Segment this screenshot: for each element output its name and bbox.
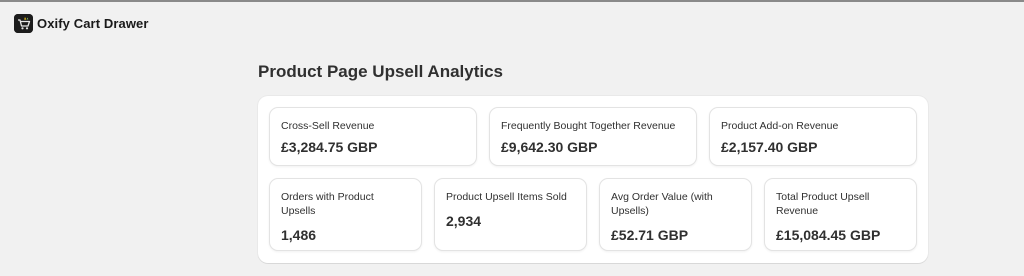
metric-label: Cross-Sell Revenue xyxy=(281,120,375,132)
metric-card-product-add-on-revenue: Product Add-on Revenue £2,157.40 GBP xyxy=(709,107,917,166)
metric-card-orders-with-product-upsells: Orders with Product Upsells 1,486 xyxy=(269,178,422,251)
metric-card-product-upsell-items-sold: Product Upsell Items Sold 2,934 xyxy=(434,178,587,251)
metric-label: Frequently Bought Together Revenue xyxy=(501,120,676,132)
metric-value: £52.71 GBP xyxy=(611,227,689,243)
metric-card-cross-sell-revenue: Cross-Sell Revenue £3,284.75 GBP xyxy=(269,107,477,166)
metric-value: 1,486 xyxy=(281,227,317,243)
page-title: Product Page Upsell Analytics xyxy=(258,62,503,81)
metric-value: £3,284.75 GBP xyxy=(281,139,378,155)
metric-value: £15,084.45 GBP xyxy=(776,227,881,243)
metric-card-total-product-upsell-revenue: Total Product Upsell Revenue £15,084.45 … xyxy=(764,178,917,251)
metric-label: Total Product Upsell Revenue xyxy=(776,191,870,217)
app-header: Oxify Cart Drawer xyxy=(14,14,149,33)
metric-card-avg-order-value: Avg Order Value (with Upsells) £52.71 GB… xyxy=(599,178,752,251)
metric-value: £2,157.40 GBP xyxy=(721,139,818,155)
metric-label: Product Add-on Revenue xyxy=(721,120,839,132)
metric-label: Orders with Product Upsells xyxy=(281,191,374,217)
cart-logo-icon xyxy=(14,14,33,33)
analytics-panel: Cross-Sell Revenue £3,284.75 GBP Frequen… xyxy=(258,96,928,263)
metric-value: £9,642.30 GBP xyxy=(501,139,598,155)
metric-label: Avg Order Value (with Upsells) xyxy=(611,191,713,217)
top-border xyxy=(0,0,1024,2)
metric-card-frequently-bought-together-revenue: Frequently Bought Together Revenue £9,64… xyxy=(489,107,697,166)
metric-value: 2,934 xyxy=(446,213,482,229)
metric-label: Product Upsell Items Sold xyxy=(446,191,567,203)
app-title: Oxify Cart Drawer xyxy=(37,16,149,31)
